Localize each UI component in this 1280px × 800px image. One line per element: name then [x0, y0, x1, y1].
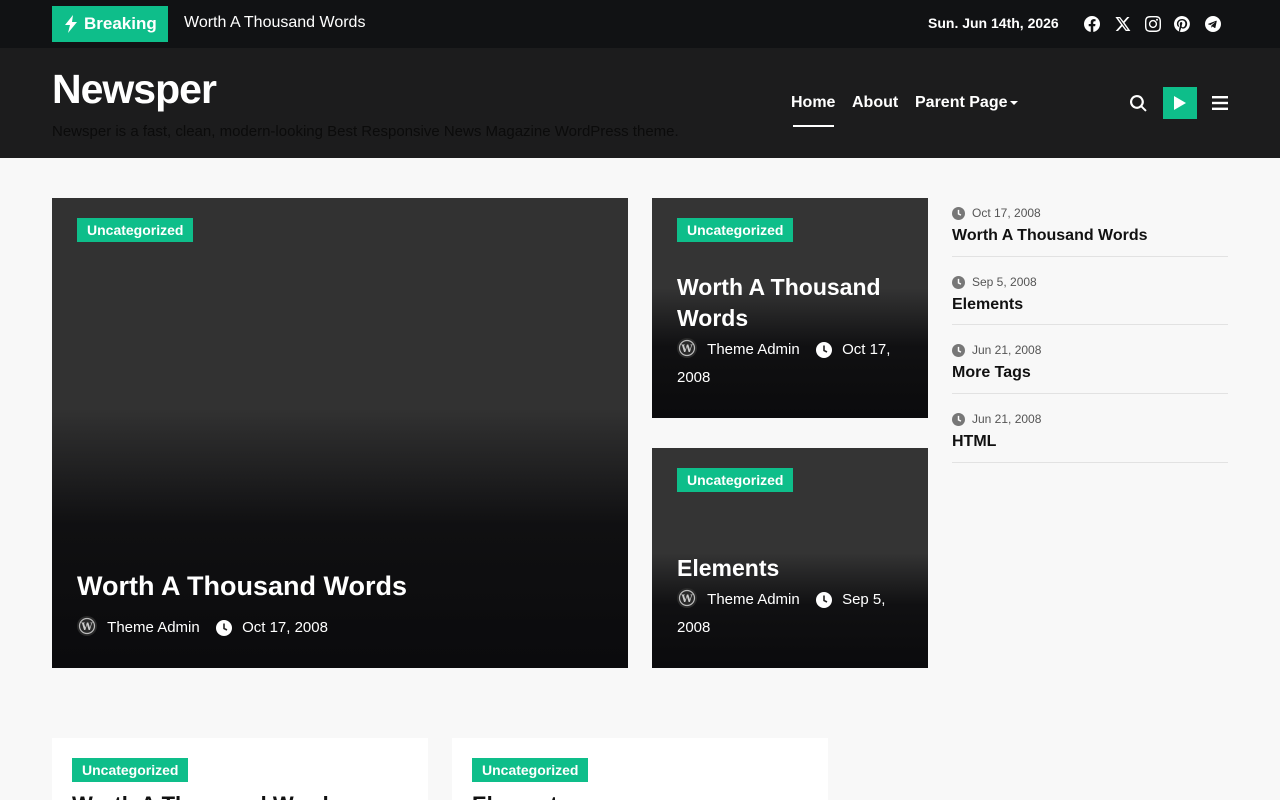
x-twitter-icon[interactable] [1114, 15, 1132, 33]
play-icon [1174, 96, 1186, 110]
post-meta: W Theme Admin Oct 17, 2008 [77, 614, 328, 642]
site-title[interactable]: Newsper [52, 66, 217, 113]
facebook-icon[interactable] [1083, 15, 1101, 33]
list-item[interactable]: Jun 21, 2008 HTML [952, 404, 1228, 463]
featured-side-title[interactable]: Elements [677, 553, 917, 584]
list-item-date: Oct 17, 2008 [952, 206, 1041, 220]
wordpress-avatar-icon: W [677, 588, 697, 608]
category-badge[interactable]: Uncategorized [677, 218, 794, 242]
post-card[interactable]: Uncategorized Worth A Thousand Words [52, 738, 428, 800]
featured-main-card[interactable]: Uncategorized Worth A Thousand Words W T… [52, 198, 628, 668]
breaking-badge: Breaking [52, 6, 168, 42]
site-tagline: Newsper is a fast, clean, modern-looking… [52, 123, 679, 140]
category-badge[interactable]: Uncategorized [77, 218, 194, 242]
hamburger-menu-icon[interactable] [1212, 96, 1228, 110]
list-item[interactable]: Sep 5, 2008 Elements [952, 267, 1228, 325]
clock-icon [952, 275, 965, 289]
breaking-label: Breaking [84, 14, 157, 33]
clock-icon [215, 620, 232, 636]
post-meta: W Theme Admin Oct 17, 2008 [677, 336, 917, 392]
svg-text:W: W [80, 622, 93, 633]
post-author[interactable]: Theme Admin [707, 341, 800, 358]
clock-icon [815, 592, 832, 608]
category-badge[interactable]: Uncategorized [677, 468, 794, 492]
lightning-icon [65, 15, 77, 33]
nav-parent-page[interactable]: Parent Page [915, 94, 1019, 112]
list-item-date-text: Jun 21, 2008 [972, 343, 1042, 357]
post-author[interactable]: Theme Admin [707, 591, 800, 608]
search-icon[interactable] [1130, 95, 1148, 113]
list-item-date-text: Sep 5, 2008 [972, 275, 1037, 289]
svg-text:W: W [680, 344, 693, 355]
category-badge[interactable]: Uncategorized [472, 758, 589, 782]
list-item-title[interactable]: Worth A Thousand Words [952, 227, 1148, 245]
post-author[interactable]: Theme Admin [107, 619, 200, 636]
list-item-date-text: Oct 17, 2008 [972, 206, 1041, 220]
clock-icon [952, 343, 965, 357]
post-meta: W Theme Admin Sep 5, 2008 [677, 586, 917, 642]
list-item-title[interactable]: More Tags [952, 364, 1031, 382]
play-button[interactable] [1163, 87, 1197, 119]
nav-active-underline [793, 125, 834, 127]
nav-home[interactable]: Home [791, 94, 835, 112]
nav-parent-page-label: Parent Page [915, 94, 1008, 111]
list-item[interactable]: Jun 21, 2008 More Tags [952, 335, 1228, 394]
post-date: Oct 17, 2008 [242, 619, 328, 636]
post-card[interactable]: Uncategorized Elements [452, 738, 828, 800]
clock-icon [952, 206, 965, 220]
telegram-icon[interactable] [1204, 15, 1222, 33]
nav-about[interactable]: About [852, 94, 898, 112]
featured-side-title[interactable]: Worth A Thousand Words [677, 272, 917, 334]
category-badge[interactable]: Uncategorized [72, 758, 189, 782]
clock-icon [815, 342, 832, 358]
list-item-date: Jun 21, 2008 [952, 412, 1041, 426]
featured-side-card[interactable]: Uncategorized Worth A Thousand Words W T… [652, 198, 928, 418]
post-card-title[interactable]: Elements [472, 792, 570, 800]
list-item-date-text: Jun 21, 2008 [972, 412, 1042, 426]
svg-text:W: W [680, 594, 693, 605]
featured-side-card[interactable]: Uncategorized Elements W Theme Admin Sep… [652, 448, 928, 668]
wordpress-avatar-icon: W [677, 338, 697, 358]
breaking-news-link[interactable]: Worth A Thousand Words [184, 14, 365, 32]
current-date: Sun. Jun 14th, 2026 [928, 15, 1059, 31]
list-item-title[interactable]: Elements [952, 296, 1023, 314]
instagram-icon[interactable] [1144, 15, 1162, 33]
wordpress-avatar-icon: W [77, 616, 97, 636]
top-bar: Breaking Worth A Thousand Words Sun. Jun… [0, 0, 1280, 48]
site-header: Newsper Newsper is a fast, clean, modern… [0, 48, 1280, 158]
pinterest-icon[interactable] [1173, 15, 1191, 33]
list-item-date: Jun 21, 2008 [952, 343, 1041, 357]
list-item[interactable]: Oct 17, 2008 Worth A Thousand Words [952, 198, 1228, 257]
featured-main-title[interactable]: Worth A Thousand Words [77, 571, 407, 602]
list-item-date: Sep 5, 2008 [952, 275, 1037, 289]
clock-icon [952, 412, 965, 426]
list-item-title[interactable]: HTML [952, 433, 996, 451]
post-card-title[interactable]: Worth A Thousand Words [72, 792, 341, 800]
caret-down-icon [1010, 100, 1019, 105]
